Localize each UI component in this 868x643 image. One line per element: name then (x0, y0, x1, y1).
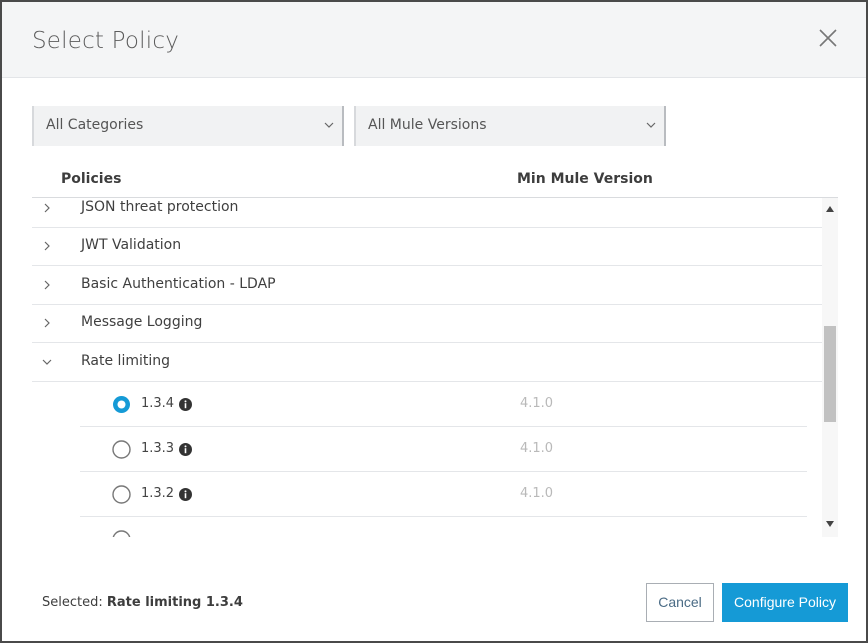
rate-limiting-versions-list[interactable]: 1.3.4 4.1.0 1.3.3 4.1.0 1.3.2 4.1.0 (80, 382, 807, 537)
info-icon[interactable] (179, 398, 192, 411)
policy-row-jwt-validation[interactable]: JWT Validation (32, 228, 822, 266)
info-icon[interactable] (179, 488, 192, 501)
category-select-value: All Categories (46, 117, 144, 133)
scroll-up-arrow-icon[interactable] (826, 206, 834, 212)
chevron-right-icon (44, 280, 50, 290)
version-row-partial[interactable] (80, 517, 807, 537)
dialog-header: Select Policy (2, 2, 866, 78)
min-mule-version: 4.1.0 (520, 441, 554, 456)
chevron-right-icon (44, 241, 50, 251)
chevron-right-icon (44, 203, 50, 213)
version-row[interactable]: 1.3.2 4.1.0 (80, 472, 807, 517)
radio-unselected[interactable] (112, 440, 131, 459)
chevron-down-icon (646, 122, 656, 128)
policy-row-json-threat-protection[interactable]: JSON threat protection (32, 198, 822, 228)
policy-row-basic-authentication-ldap[interactable]: Basic Authentication - LDAP (32, 267, 822, 305)
policy-row-rate-limiting[interactable]: Rate limiting (32, 344, 822, 382)
info-icon[interactable] (179, 443, 192, 456)
scroll-down-arrow-icon[interactable] (826, 521, 834, 527)
policy-label: JWT Validation (81, 237, 182, 253)
column-header-policies: Policies (61, 171, 122, 187)
policies-table-header: Policies Min Mule Version (32, 162, 838, 198)
version-row[interactable]: 1.3.4 4.1.0 (80, 382, 807, 427)
radio-unselected[interactable] (112, 530, 131, 537)
selected-prefix: Selected: (42, 595, 103, 610)
version-number: 1.3.3 (141, 441, 175, 456)
selected-summary: Selected: Rate limiting 1.3.4 (42, 595, 243, 610)
column-header-min-mule-version: Min Mule Version (517, 171, 653, 187)
policies-list[interactable]: JSON threat protection JWT Validation Ba… (32, 198, 838, 537)
policy-label: Message Logging (81, 314, 203, 330)
chevron-down-icon (42, 359, 52, 365)
cancel-button[interactable]: Cancel (646, 583, 714, 622)
version-number: 1.3.4 (141, 396, 175, 411)
min-mule-version: 4.1.0 (520, 486, 554, 501)
policy-label: JSON threat protection (81, 199, 239, 215)
policy-label: Rate limiting (81, 353, 170, 369)
chevron-down-icon (324, 122, 334, 128)
policies-scrollbar[interactable] (822, 198, 838, 537)
mule-version-select[interactable]: All Mule Versions (354, 106, 666, 146)
policy-label: Basic Authentication - LDAP (81, 276, 276, 292)
dialog-title: Select Policy (32, 28, 180, 54)
version-row[interactable]: 1.3.3 4.1.0 (80, 427, 807, 472)
selected-value: Rate limiting 1.3.4 (106, 595, 243, 610)
select-policy-dialog: Select Policy All Categories All Mule Ve… (0, 0, 868, 643)
version-number: 1.3.2 (141, 486, 175, 501)
close-icon[interactable] (816, 26, 840, 50)
policy-row-message-logging[interactable]: Message Logging (32, 305, 822, 343)
configure-policy-button[interactable]: Configure Policy (722, 583, 848, 622)
mule-version-select-value: All Mule Versions (368, 117, 487, 133)
policies-scrollbar-thumb[interactable] (824, 326, 836, 422)
radio-selected[interactable] (112, 395, 131, 414)
chevron-right-icon (44, 318, 50, 328)
min-mule-version: 4.1.0 (520, 396, 554, 411)
category-select[interactable]: All Categories (32, 106, 344, 146)
radio-unselected[interactable] (112, 485, 131, 504)
